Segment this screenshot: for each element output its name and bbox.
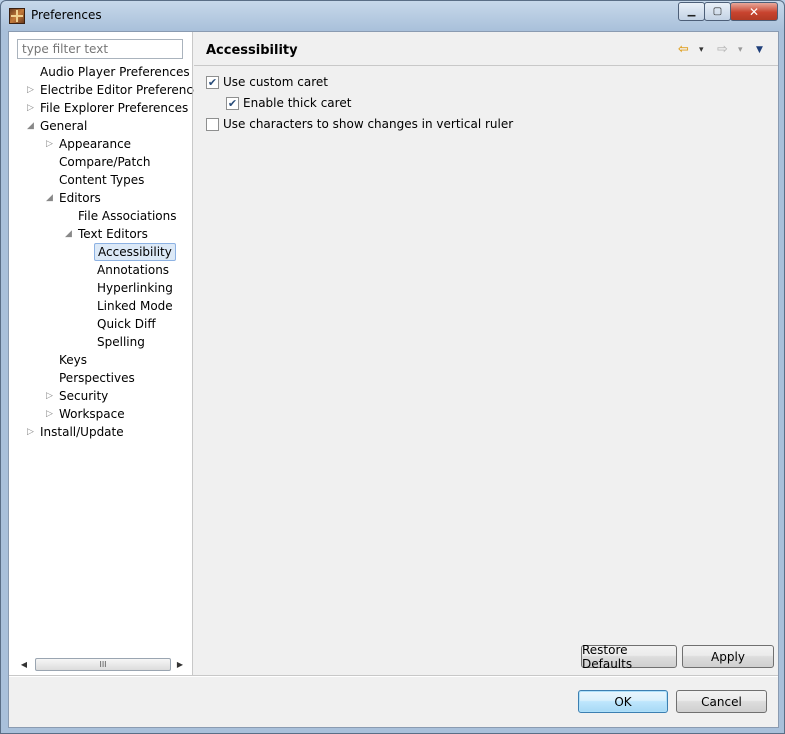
enable-thick-caret-checkbox[interactable]: ✔	[226, 96, 239, 110]
preference-tree-pane: Audio Player Preferences▷Electribe Edito…	[9, 32, 207, 675]
tree-item-label: Accessibility	[94, 243, 176, 261]
expanded-arrow-icon[interactable]: ◢	[65, 225, 75, 243]
vertical-ruler-option[interactable]: Use characters to show changes in vertic…	[206, 116, 513, 132]
tree-item[interactable]: ▷ Electribe Editor Preferences	[9, 81, 207, 99]
tree-item-label: Linked Mode	[97, 299, 173, 313]
tree-item[interactable]: Spelling	[9, 333, 193, 351]
tree-item-label: General	[40, 119, 88, 133]
expanded-arrow-icon[interactable]: ◢	[46, 189, 56, 207]
filter-input[interactable]	[17, 39, 183, 59]
back-dropdown-icon[interactable]: ▾	[699, 45, 704, 55]
tree-item-label: Editors	[59, 191, 101, 205]
app-icon	[9, 8, 25, 24]
scroll-right-icon[interactable]: ▶	[173, 658, 187, 672]
preferences-window: Preferences ▁ ▢ ✕ Audio Player Preferenc…	[0, 0, 785, 734]
button-bar-separator-highlight	[9, 676, 778, 677]
dialog-client-area: Audio Player Preferences▷Electribe Edito…	[8, 31, 779, 728]
vertical-ruler-label: Use characters to show changes in vertic…	[223, 117, 514, 131]
tree-item[interactable]: ◢ Editors	[9, 189, 193, 207]
tree-item-label: Keys	[59, 353, 88, 367]
tree-item[interactable]: Keys	[9, 351, 193, 369]
back-icon[interactable]: ⇦	[678, 42, 689, 57]
use-custom-caret-checkbox[interactable]: ✔	[206, 75, 219, 89]
collapsed-arrow-icon[interactable]: ▷	[27, 423, 37, 441]
scroll-left-icon[interactable]: ◀	[17, 658, 31, 672]
collapsed-arrow-icon[interactable]: ▷	[46, 405, 56, 423]
tree-item[interactable]: Quick Diff	[9, 315, 193, 333]
forward-icon[interactable]: ⇨	[717, 42, 728, 57]
tree-item[interactable]: Compare/Patch	[9, 153, 193, 171]
tree-item-label: Annotations	[97, 263, 170, 277]
vertical-ruler-checkbox[interactable]	[206, 117, 219, 131]
use-custom-caret-label: Use custom caret	[223, 75, 328, 89]
scrollbar-thumb[interactable]: III	[35, 658, 171, 671]
apply-button[interactable]: Apply	[682, 645, 774, 668]
maximize-button[interactable]: ▢	[704, 2, 731, 21]
tree-item-label: Security	[59, 389, 109, 403]
tree-item-label: Install/Update	[40, 425, 124, 439]
tree-item-label: Workspace	[59, 407, 125, 421]
tree-item[interactable]: ▷ Install/Update	[9, 423, 193, 441]
window-title: Preferences	[31, 8, 102, 22]
forward-dropdown-icon[interactable]: ▾	[738, 45, 743, 55]
tree-item-label: Hyperlinking	[97, 281, 173, 295]
tree-item[interactable]: ▷ Security	[9, 387, 193, 405]
tree-item[interactable]: Audio Player Preferences	[9, 63, 193, 81]
page-title: Accessibility	[206, 43, 298, 58]
tree-item[interactable]: Hyperlinking	[9, 279, 193, 297]
use-custom-caret-option[interactable]: ✔ Use custom caret	[206, 74, 328, 90]
cancel-button[interactable]: Cancel	[676, 690, 767, 713]
title-separator	[194, 65, 778, 66]
tree-item[interactable]: ▷ File Explorer Preferences	[9, 99, 193, 117]
tree-item-label: Spelling	[97, 335, 145, 349]
enable-thick-caret-label: Enable thick caret	[243, 96, 352, 110]
restore-defaults-button[interactable]: Restore Defaults	[581, 643, 677, 671]
tree-item[interactable]: ▷ Appearance	[9, 135, 193, 153]
tree-item-label: Text Editors	[78, 227, 148, 241]
tree-item-label: Electribe Editor Preferences	[40, 83, 207, 97]
tree-item[interactable]: Annotations	[9, 261, 193, 279]
tree-horizontal-scrollbar[interactable]: ◀ III ▶	[17, 656, 185, 672]
ok-button[interactable]: OK	[578, 690, 668, 713]
tree-item-label: Audio Player Preferences	[40, 65, 190, 79]
preference-page: Accessibility ⇦ ▾ ⇨ ▾ ▼ ✔ Use custom car…	[194, 32, 778, 675]
tree-item-label: Compare/Patch	[59, 155, 151, 169]
tree-item[interactable]: File Associations	[9, 207, 193, 225]
tree-item-label: Content Types	[59, 173, 145, 187]
tree-item-label: Perspectives	[59, 371, 135, 385]
tree-item[interactable]: Accessibility	[9, 243, 193, 261]
collapsed-arrow-icon[interactable]: ▷	[27, 99, 37, 117]
collapsed-arrow-icon[interactable]: ▷	[46, 387, 56, 405]
minimize-button[interactable]: ▁	[678, 2, 705, 21]
tree-item-label: Quick Diff	[97, 317, 156, 331]
collapsed-arrow-icon[interactable]: ▷	[27, 81, 37, 99]
tree-item[interactable]: Content Types	[9, 171, 193, 189]
tree-item[interactable]: Linked Mode	[9, 297, 193, 315]
close-button[interactable]: ✕	[730, 2, 778, 21]
title-bar[interactable]: Preferences ▁ ▢ ✕	[1, 1, 784, 31]
tree-item-label: Appearance	[59, 137, 132, 151]
enable-thick-caret-option[interactable]: ✔ Enable thick caret	[226, 95, 351, 111]
tree-item[interactable]: Perspectives	[9, 369, 193, 387]
tree-item-label: File Associations	[78, 209, 177, 223]
view-menu-icon[interactable]: ▼	[756, 45, 763, 55]
tree-item[interactable]: ▷ Workspace	[9, 405, 193, 423]
tree-item[interactable]: ◢ General	[9, 117, 193, 135]
tree-item-label: File Explorer Preferences	[40, 101, 189, 115]
tree-item[interactable]: ◢ Text Editors	[9, 225, 193, 243]
expanded-arrow-icon[interactable]: ◢	[27, 117, 37, 135]
collapsed-arrow-icon[interactable]: ▷	[46, 135, 56, 153]
